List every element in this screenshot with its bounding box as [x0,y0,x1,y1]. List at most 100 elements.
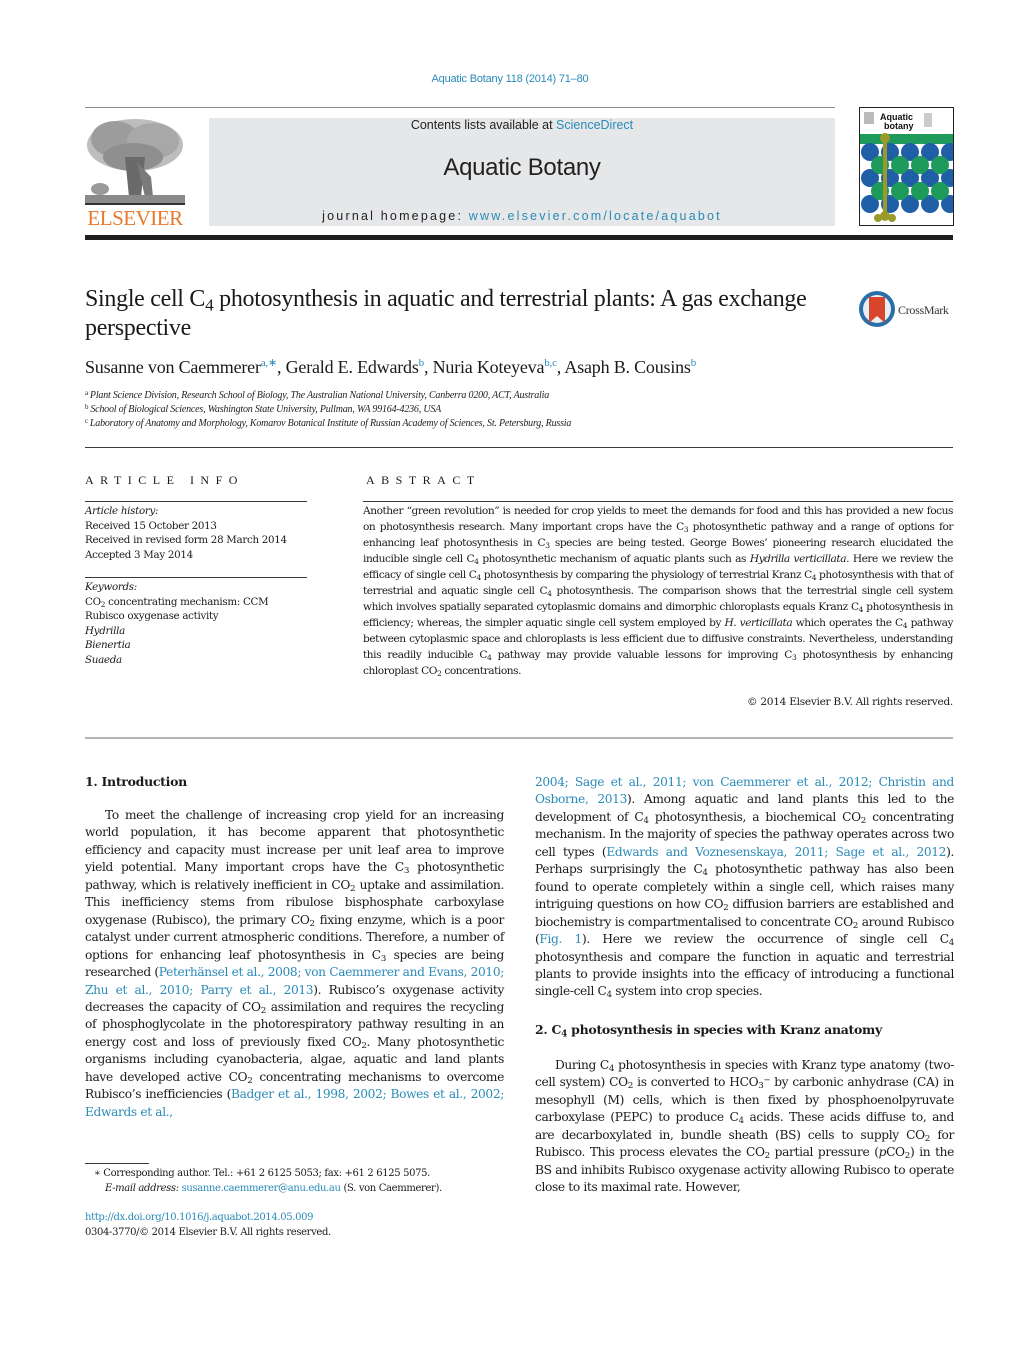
contents-line: Contents lists available at ScienceDirec… [209,118,835,132]
history-item: Received in revised form 28 March 2014 [85,534,287,547]
inline-text: system into crop species. [611,984,763,999]
divider [363,501,953,502]
doi-link[interactable]: http://dx.doi.org/10.1016/j.aquabot.2014… [85,1210,505,1225]
section-heading-kranz: 2. C4 photosynthesis in species with Kra… [535,1022,882,1039]
journal-homepage-link[interactable]: www.elsevier.com/locate/aquabot [469,209,722,223]
inline-text: (S. von Caemmerer). [340,1182,442,1194]
footnote-corresponding: ∗ Corresponding author. Tel.: +61 2 6125… [85,1167,505,1182]
author-name[interactable]: Nuria Koteyeva [433,357,545,377]
keyword-item: CO2 concentrating mechanism: CCM [85,595,307,610]
crossmark-icon [859,291,895,327]
affiliation-text: Laboratory of Anatomy and Morphology, Ko… [89,418,572,430]
affiliation-text: School of Biological Sciences, Washingto… [90,404,442,416]
affiliation-item: c Laboratory of Anatomy and Morphology, K… [85,417,955,431]
citation-link[interactable]: Edwards and Voznesenskaya, 2011; Sage et… [606,845,946,859]
affiliation-text: Plant Science Division, Research School … [89,390,549,401]
inline-text: which operates the C [792,616,903,629]
author-name[interactable]: Gerald E. Edwards [286,357,419,377]
author-separator: , [277,357,286,377]
footnote-email: E-mail address: susanne.caemmerer@anu.ed… [85,1182,505,1197]
footnote-rule [85,1163,149,1164]
cover-title-line2: botany [884,121,914,131]
article-history: Article history: Received 15 October 201… [85,504,307,562]
inline-text: ). Here we review the occurrence of sing… [581,932,949,947]
inline-text: E-mail address: [105,1182,179,1194]
inline-text: p [878,1145,887,1160]
inline-text: concentrations. [441,664,522,677]
history-item: Accepted 3 May 2014 [85,548,193,561]
inline-text: partial pressure ( [769,1145,879,1160]
body-paragraph-intro-continued: 2004; Sage et al., 2011; von Caemmerer e… [535,774,954,1001]
keywords-label: Keywords: [85,581,137,593]
history-label: Article history: [85,505,159,517]
author-name[interactable]: Asaph B. Cousins [564,357,691,377]
affiliation-item: b School of Biological Sciences, Washingt… [85,403,955,417]
abstract-body: Another “green revolution” is needed for… [363,504,953,679]
inline-text: is converted to HCO [632,1075,759,1090]
affiliation-list: a Plant Science Division, Research School… [85,389,955,432]
inline-text: 4 [948,938,955,949]
divider [85,501,307,502]
journal-cover-thumbnail[interactable]: Aquatic botany [859,107,954,226]
journal-citation-link[interactable]: Aquatic Botany 118 (2014) 71–80 [0,73,1020,85]
keyword-item: Rubisco oxygenase activity [85,610,219,623]
abstract-copyright: © 2014 Elsevier B.V. All rights reserved… [747,696,953,708]
author-email-link[interactable]: susanne.caemmerer@anu.edu.au [182,1183,341,1194]
affiliation-item: a Plant Science Division, Research School… [85,389,955,403]
title-text-1: Single cell C [85,286,206,312]
article-title: Single cell C4 photosynthesis in aquatic… [85,285,825,343]
elsevier-tree-icon [85,117,185,207]
inline-text: H. verticillata [724,616,793,629]
elsevier-wordmark: ELSEVIER [87,206,183,230]
author-list: Susanne von Caemmerera,∗, Gerald E. Edwa… [85,357,955,378]
divider [85,737,953,739]
crossmark-button[interactable]: CrossMark [858,290,958,330]
author-affiliation-marker[interactable]: a,∗ [261,357,277,369]
header-bottom-bar [85,235,953,240]
crossmark-label: CrossMark [898,303,949,317]
contents-prefix: Contents lists available at [410,118,557,132]
elsevier-logo[interactable]: ELSEVIER [85,117,185,229]
article-info-heading: ARTICLE INFO [85,473,244,487]
inline-text: During C [555,1058,609,1072]
keyword-item: Hydrilla [85,624,125,637]
inline-text: photosynthesis, a biochemical CO [648,809,861,824]
inline-text: Hydrilla verticillata [749,552,847,565]
inline-text: concentrating mechanism: CCM [105,595,269,608]
author-affiliation-marker[interactable]: b,c [544,357,557,369]
sciencedirect-link[interactable]: ScienceDirect [556,118,633,132]
doi-block: http://dx.doi.org/10.1016/j.aquabot.2014… [85,1210,505,1240]
journal-homepage-line: journal homepage: www.elsevier.com/locat… [209,209,835,223]
section-heading-introduction: 1. Introduction [85,774,187,789]
affiliation-key: b [85,403,89,412]
keyword-list: Keywords: CO2 concentrating mechanism: C… [85,580,307,668]
affiliation-key: a [85,389,88,397]
inline-text: 2. C [535,1022,562,1037]
keyword-item: Suaeda [85,653,122,666]
homepage-prefix: journal homepage: [322,209,469,223]
author-affiliation-marker[interactable]: b [691,357,697,369]
body-paragraph-intro: To meet the challenge of increasing crop… [85,807,504,1121]
inline-text: photosynthetic mechanism of aquatic plan… [478,552,750,565]
journal-cover-art-icon: Aquatic botany [860,108,953,225]
affiliation-key: c [85,417,88,426]
inline-text: pathway may provide valuable lessons for… [491,648,793,661]
journal-title: Aquatic Botany [443,154,601,181]
abstract-heading: ABSTRACT [366,473,481,487]
divider [85,447,953,448]
inline-text: photosynthesis in species with Kranz ana… [567,1022,882,1037]
author-separator: , [423,357,433,377]
issn-copyright: 0304-3770/© 2014 Elsevier B.V. All right… [85,1227,331,1238]
body-paragraph-kranz: During C4 photosynthesis in species with… [535,1057,954,1197]
inline-text: CO [85,595,101,608]
inline-text: photosynthesis by comparing the physiolo… [480,568,812,581]
corresponding-author-footnote: ∗ Corresponding author. Tel.: +61 2 6125… [85,1167,505,1196]
inline-text: Corresponding author. Tel.: +61 2 6125 5… [100,1168,430,1179]
history-item: Received 15 October 2013 [85,519,217,532]
header-top-rule [85,107,835,108]
author-name[interactable]: Susanne von Caemmerer [85,357,261,377]
figure-link[interactable]: Fig. 1 [539,932,582,946]
keyword-item: Bienertia [85,639,131,652]
divider [85,577,307,578]
inline-text: CO [886,1145,905,1160]
